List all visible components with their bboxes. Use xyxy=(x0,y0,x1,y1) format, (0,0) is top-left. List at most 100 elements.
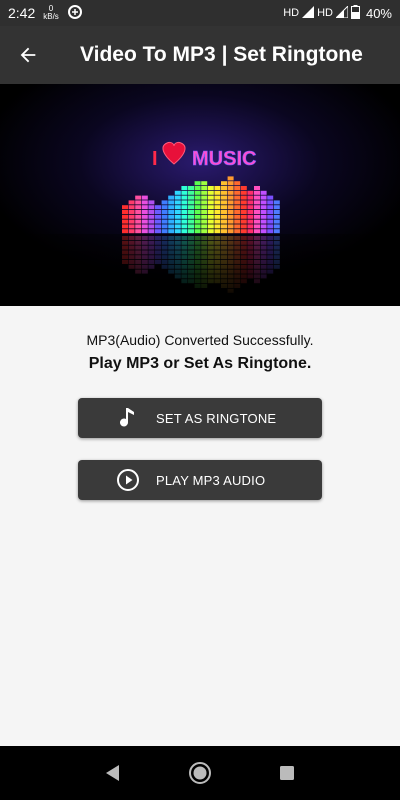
music-equalizer-artwork: I MUSIC xyxy=(0,84,400,306)
equalizer-segment xyxy=(155,205,161,210)
equalizer-segment xyxy=(247,190,254,195)
equalizer-segment xyxy=(227,186,234,190)
equalizer-segment xyxy=(194,190,201,195)
equalizer-segment xyxy=(254,190,260,195)
equalizer-segment xyxy=(227,190,234,195)
equalizer-segment xyxy=(234,214,241,219)
equalizer-segment xyxy=(214,190,221,195)
data-saver-icon xyxy=(67,4,83,23)
equalizer-segment xyxy=(148,210,155,214)
equalizer-segment xyxy=(188,190,194,195)
equalizer-segment xyxy=(207,200,214,205)
equalizer-segment xyxy=(135,224,142,229)
equalizer-segment xyxy=(240,195,247,200)
equalizer-segment xyxy=(135,219,142,224)
status-bar: 2:42 0 kB/s HD HD 40% xyxy=(0,0,400,26)
set-as-ringtone-button[interactable]: SET AS RINGTONE xyxy=(78,398,322,438)
set-as-ringtone-label: SET AS RINGTONE xyxy=(156,410,277,426)
equalizer-segment xyxy=(234,229,241,234)
equalizer-segment xyxy=(234,190,241,195)
equalizer-segment xyxy=(188,224,194,229)
equalizer-segment xyxy=(221,210,227,214)
equalizer-segment xyxy=(234,186,241,190)
equalizer-segment xyxy=(260,224,267,229)
equalizer-segment xyxy=(174,224,181,229)
equalizer-segment xyxy=(267,205,274,210)
equalizer-segment xyxy=(227,210,234,214)
equalizer-segment xyxy=(240,205,247,210)
app-title: Video To MP3 | Set Ringtone xyxy=(80,43,363,66)
equalizer-segment xyxy=(214,224,221,229)
net-speed-indicator: 0 kB/s xyxy=(43,5,59,21)
equalizer-segment xyxy=(181,219,188,224)
equalizer-segment xyxy=(267,195,274,200)
equalizer-segment xyxy=(122,229,128,234)
equalizer-segment xyxy=(260,214,267,219)
equalizer-segment xyxy=(201,195,208,200)
equalizer-segment xyxy=(227,200,234,205)
back-button[interactable] xyxy=(0,26,56,84)
equalizer-segment xyxy=(207,186,214,190)
equalizer-segment xyxy=(240,224,247,229)
equalizer-segment xyxy=(128,205,135,210)
nav-home-icon xyxy=(188,762,211,784)
equalizer-segment xyxy=(267,214,274,219)
nav-home-button[interactable] xyxy=(180,753,220,793)
equalizer-segment xyxy=(148,214,155,219)
equalizer-segment xyxy=(174,195,181,200)
equalizer-segment xyxy=(221,214,227,219)
hero-banner-image: I MUSIC xyxy=(0,84,400,306)
equalizer-segment xyxy=(234,210,241,214)
equalizer-segment xyxy=(188,205,194,210)
equalizer-segment xyxy=(174,214,181,219)
equalizer-segment xyxy=(240,210,247,214)
equalizer-segment xyxy=(174,190,181,195)
app-bar: Video To MP3 | Set Ringtone xyxy=(0,26,400,84)
equalizer-segment xyxy=(201,229,208,234)
equalizer-segment xyxy=(188,200,194,205)
equalizer-segment xyxy=(188,229,194,234)
equalizer-segment xyxy=(168,224,175,229)
equalizer-segment xyxy=(188,195,194,200)
equalizer-segment xyxy=(267,224,274,229)
equalizer-segment xyxy=(260,219,267,224)
nav-recents-icon xyxy=(279,766,294,780)
equalizer-segment xyxy=(148,224,155,229)
equalizer-segment xyxy=(181,200,188,205)
signal-icon-2 xyxy=(334,4,349,21)
equalizer-segment xyxy=(194,181,201,186)
equalizer-segment xyxy=(135,205,142,210)
status-left: 2:42 0 kB/s xyxy=(8,4,83,23)
equalizer-segment xyxy=(221,205,227,210)
equalizer-segment xyxy=(207,229,214,234)
content-area: MP3(Audio) Converted Successfully. Play … xyxy=(0,306,400,746)
equalizer-segment xyxy=(194,186,201,190)
equalizer-segment xyxy=(254,219,260,224)
equalizer-segment xyxy=(247,214,254,219)
play-mp3-audio-button[interactable]: PLAY MP3 AUDIO xyxy=(78,460,322,500)
banner-i: I xyxy=(152,148,158,170)
status-right: HD HD 40% xyxy=(283,4,392,22)
equalizer-segment xyxy=(214,205,221,210)
equalizer-segment xyxy=(168,219,175,224)
equalizer-segment xyxy=(194,210,201,214)
nav-back-button[interactable] xyxy=(93,753,133,793)
equalizer-segment xyxy=(161,200,168,205)
equalizer-segment xyxy=(240,219,247,224)
equalizer-segment xyxy=(194,200,201,205)
equalizer-segment xyxy=(260,200,267,205)
equalizer-segment xyxy=(247,229,254,234)
equalizer-segment xyxy=(168,214,175,219)
nav-recents-button[interactable] xyxy=(267,753,307,793)
equalizer-segment xyxy=(181,214,188,219)
equalizer-segment xyxy=(128,219,135,224)
system-nav-bar xyxy=(0,746,400,800)
equalizer-segment xyxy=(234,205,241,210)
equalizer-segment xyxy=(168,200,175,205)
equalizer-segment xyxy=(122,224,128,229)
equalizer-segment xyxy=(181,186,188,190)
equalizer-segment xyxy=(273,214,280,219)
equalizer-segment xyxy=(141,195,148,200)
equalizer-segment xyxy=(141,200,148,205)
equalizer-segment xyxy=(267,200,274,205)
